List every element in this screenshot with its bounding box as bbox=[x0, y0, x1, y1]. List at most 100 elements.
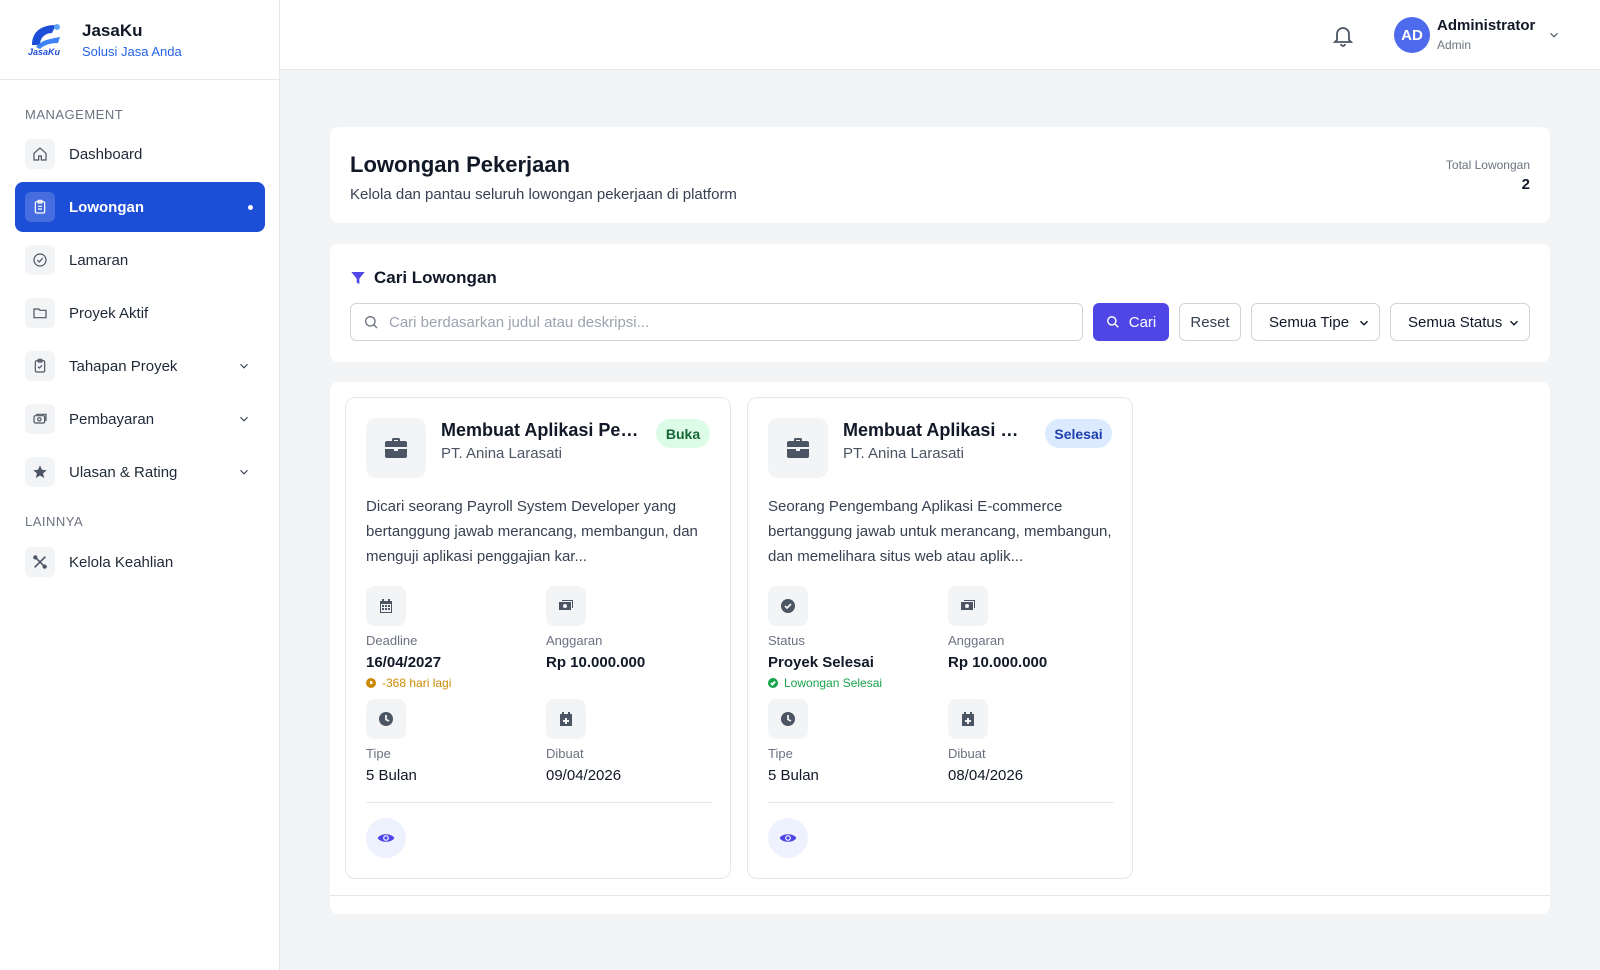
active-indicator-dot bbox=[248, 204, 253, 210]
folder-icon bbox=[25, 298, 55, 328]
deadline-note-text: -368 hari lagi bbox=[382, 676, 452, 690]
meta-label: Anggaran bbox=[948, 633, 1005, 648]
status-filter-value: Semua Status bbox=[1408, 313, 1503, 331]
job-card[interactable]: Membuat Aplikasi Peng... PT. Anina Laras… bbox=[345, 397, 731, 879]
sidebar-item-lamaran[interactable]: Lamaran bbox=[15, 235, 265, 285]
search-button[interactable]: Cari bbox=[1093, 303, 1169, 341]
calendar-icon bbox=[366, 586, 406, 626]
deadline-meta: Deadline 16/04/2027 -368 hari lagi bbox=[366, 586, 536, 690]
home-icon bbox=[25, 139, 55, 169]
card-divider bbox=[366, 802, 712, 803]
status-filter-select[interactable]: Semua Status bbox=[1390, 303, 1530, 341]
search-panel: Cari Lowongan Cari Reset Semua Tipe Semu… bbox=[330, 244, 1550, 362]
sidebar-item-kelola-keahlian[interactable]: Kelola Keahlian bbox=[15, 537, 265, 587]
budget-meta: Anggaran Rp 10.000.000 bbox=[948, 586, 1118, 671]
status-badge: Buka bbox=[656, 419, 710, 448]
meta-value: 5 Bulan bbox=[366, 767, 417, 784]
chevron-down-icon[interactable] bbox=[237, 359, 251, 373]
star-icon bbox=[25, 457, 55, 487]
sidebar-item-label: Pembayaran bbox=[69, 410, 155, 428]
clock-icon bbox=[768, 699, 808, 739]
user-name[interactable]: Administrator bbox=[1437, 17, 1535, 34]
search-title-label: Cari Lowongan bbox=[374, 268, 497, 287]
total-value: 2 bbox=[1521, 176, 1530, 193]
sidebar-item-label: Tahapan Proyek bbox=[69, 357, 178, 375]
status-note: Lowongan Selesai bbox=[768, 676, 938, 690]
sidebar-item-dashboard[interactable]: Dashboard bbox=[15, 129, 265, 179]
sidebar-item-lowongan[interactable]: Lowongan bbox=[15, 182, 265, 232]
calendar-plus-icon bbox=[546, 699, 586, 739]
sidebar-item-label: Kelola Keahlian bbox=[69, 553, 174, 571]
deadline-note: -368 hari lagi bbox=[366, 676, 536, 690]
chevron-down-icon[interactable] bbox=[237, 412, 251, 426]
created-meta: Dibuat 08/04/2026 bbox=[948, 699, 1118, 784]
meta-value: Proyek Selesai bbox=[768, 654, 874, 671]
avatar[interactable]: AD bbox=[1394, 17, 1430, 53]
page-title: Lowongan Pekerjaan bbox=[350, 152, 571, 177]
money-icon bbox=[25, 404, 55, 434]
meta-label: Dibuat bbox=[546, 746, 584, 761]
search-button-label: Cari bbox=[1128, 313, 1157, 331]
type-filter-value: Semua Tipe bbox=[1269, 313, 1350, 331]
user-role: Admin bbox=[1437, 38, 1472, 52]
briefcase-icon bbox=[768, 418, 828, 478]
money-icon bbox=[546, 586, 586, 626]
clock-icon bbox=[366, 678, 376, 688]
briefcase-icon bbox=[366, 418, 426, 478]
brand[interactable]: JasaKu JasaKu Solusi Jasa Anda bbox=[0, 0, 279, 80]
created-meta: Dibuat 09/04/2026 bbox=[546, 699, 716, 784]
sidebar-item-label: Lowongan bbox=[69, 198, 144, 216]
job-company: PT. Anina Larasati bbox=[441, 445, 562, 462]
sidebar: JasaKu JasaKu Solusi Jasa Anda MANAGEMEN… bbox=[0, 0, 280, 970]
job-title[interactable]: Membuat Aplikasi Peng... bbox=[441, 420, 646, 441]
tools-icon bbox=[25, 547, 55, 577]
budget-meta: Anggaran Rp 10.000.000 bbox=[546, 586, 716, 671]
meta-value: 5 Bulan bbox=[768, 767, 819, 784]
topbar: AD Administrator Admin bbox=[280, 0, 1600, 70]
search-input[interactable] bbox=[389, 313, 1049, 331]
total-label: Total Lowongan bbox=[1445, 158, 1530, 172]
money-icon bbox=[948, 586, 988, 626]
check-icon bbox=[768, 678, 778, 688]
bell-icon[interactable] bbox=[1331, 23, 1355, 47]
eye-icon bbox=[779, 834, 797, 842]
search-icon bbox=[1106, 316, 1119, 328]
chevron-down-icon[interactable] bbox=[237, 465, 251, 479]
meta-label: Tipe bbox=[366, 746, 391, 761]
brand-name: JasaKu bbox=[82, 20, 143, 40]
job-list: Membuat Aplikasi Peng... PT. Anina Laras… bbox=[330, 382, 1550, 914]
type-meta: Tipe 5 Bulan bbox=[366, 699, 536, 784]
status-note-text: Lowongan Selesai bbox=[784, 676, 883, 690]
sidebar-item-label: Ulasan & Rating bbox=[69, 463, 178, 481]
sidebar-item-pembayaran[interactable]: Pembayaran bbox=[15, 394, 265, 444]
sidebar-item-tahapan-proyek[interactable]: Tahapan Proyek bbox=[15, 341, 265, 391]
clipboard-check-icon bbox=[25, 351, 55, 381]
page-header: Lowongan Pekerjaan Kelola dan pantau sel… bbox=[330, 127, 1550, 223]
chevron-down-icon bbox=[1507, 316, 1521, 334]
job-card[interactable]: Membuat Aplikasi We... PT. Anina Larasat… bbox=[747, 397, 1133, 879]
clock-icon bbox=[366, 699, 406, 739]
chevron-down-icon bbox=[1357, 316, 1371, 334]
check-circle-icon bbox=[25, 245, 55, 275]
reset-button[interactable]: Reset bbox=[1179, 303, 1241, 341]
check-circle-icon bbox=[768, 586, 808, 626]
sidebar-item-proyek-aktif[interactable]: Proyek Aktif bbox=[15, 288, 265, 338]
meta-label: Anggaran bbox=[546, 633, 603, 648]
type-meta: Tipe 5 Bulan bbox=[768, 699, 938, 784]
sidebar-item-ulasan-rating[interactable]: Ulasan & Rating bbox=[15, 447, 265, 497]
type-filter-select[interactable]: Semua Tipe bbox=[1251, 303, 1380, 341]
brand-tagline: Solusi Jasa Anda bbox=[82, 43, 182, 59]
sidebar-item-label: Proyek Aktif bbox=[69, 304, 149, 322]
calendar-plus-icon bbox=[948, 699, 988, 739]
eye-icon bbox=[377, 834, 395, 842]
job-title[interactable]: Membuat Aplikasi We... bbox=[843, 420, 1033, 441]
job-description: Dicari seorang Payroll System Developer … bbox=[366, 498, 698, 565]
view-detail-button[interactable] bbox=[366, 818, 406, 858]
chevron-down-icon[interactable] bbox=[1547, 28, 1561, 47]
view-detail-button[interactable] bbox=[768, 818, 808, 858]
card-divider bbox=[768, 802, 1114, 803]
clipboard-icon bbox=[25, 192, 55, 222]
search-box[interactable] bbox=[350, 303, 1083, 341]
meta-label: Deadline bbox=[366, 633, 418, 648]
section-label-management: MANAGEMENT bbox=[25, 107, 124, 122]
